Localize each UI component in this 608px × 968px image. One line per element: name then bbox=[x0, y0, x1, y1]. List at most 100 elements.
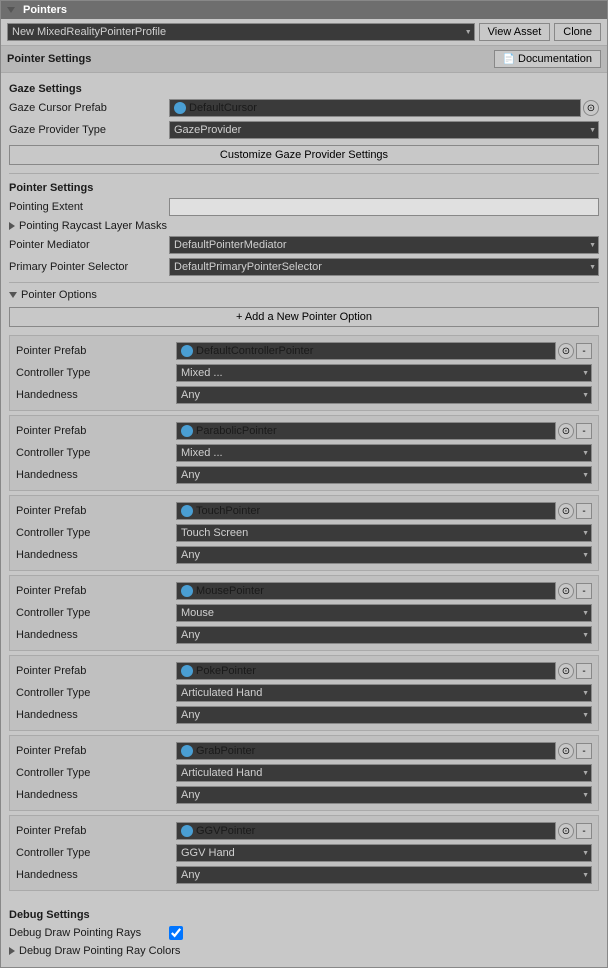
gaze-provider-wrapper[interactable]: GazeProvider bbox=[169, 121, 599, 139]
pointers-panel: Pointers New MixedRealityPointerProfile … bbox=[0, 0, 608, 968]
gaze-provider-select[interactable]: GazeProvider bbox=[169, 121, 599, 139]
debug-draw-rays-checkbox[interactable] bbox=[169, 926, 183, 940]
prefab-value-3[interactable]: MousePointer bbox=[176, 582, 556, 600]
controller-select-5[interactable]: Articulated Hand bbox=[176, 764, 592, 782]
handedness-select-6[interactable]: Any bbox=[176, 866, 592, 884]
prefab-settings-btn-5[interactable]: ⊙ bbox=[558, 743, 574, 759]
prefab-settings-btn-0[interactable]: ⊙ bbox=[558, 343, 574, 359]
handedness-select-1[interactable]: Any bbox=[176, 466, 592, 484]
prefab-value-0[interactable]: DefaultControllerPointer bbox=[176, 342, 556, 360]
controller-select-wrapper-6[interactable]: GGV Hand bbox=[176, 844, 592, 862]
primary-pointer-label: Primary Pointer Selector bbox=[9, 261, 169, 273]
handedness-label-2: Handedness bbox=[16, 549, 176, 561]
handedness-select-4[interactable]: Any bbox=[176, 706, 592, 724]
controller-field-6: GGV Hand bbox=[176, 844, 592, 862]
prefab-value-6[interactable]: GGVPointer bbox=[176, 822, 556, 840]
pointer-group-4: Pointer Prefab PokePointer ⊙ - Controlle… bbox=[9, 655, 599, 731]
view-asset-button[interactable]: View Asset bbox=[479, 23, 551, 41]
top-controls: New MixedRealityPointerProfile View Asse… bbox=[1, 19, 607, 45]
controller-label-5: Controller Type bbox=[16, 767, 176, 779]
handedness-select-wrapper-6[interactable]: Any bbox=[176, 866, 592, 884]
gaze-cursor-value: DefaultCursor bbox=[189, 102, 257, 114]
pointer-group-2: Pointer Prefab TouchPointer ⊙ - Controll… bbox=[9, 495, 599, 571]
prefab-settings-btn-2[interactable]: ⊙ bbox=[558, 503, 574, 519]
controller-select-0[interactable]: Mixed ... bbox=[176, 364, 592, 382]
debug-draw-rays-value bbox=[169, 926, 599, 940]
handedness-select-5[interactable]: Any bbox=[176, 786, 592, 804]
gaze-provider-field: GazeProvider bbox=[169, 121, 599, 139]
prefab-value-1[interactable]: ParabolicPointer bbox=[176, 422, 556, 440]
prefab-remove-btn-2[interactable]: - bbox=[576, 503, 592, 519]
controller-select-wrapper-0[interactable]: Mixed ... bbox=[176, 364, 592, 382]
controller-select-wrapper-1[interactable]: Mixed ... bbox=[176, 444, 592, 462]
handedness-row-1: Handedness Any bbox=[16, 464, 592, 486]
divider-2 bbox=[9, 282, 599, 283]
primary-pointer-select[interactable]: DefaultPrimaryPointerSelector bbox=[169, 258, 599, 276]
handedness-select-2[interactable]: Any bbox=[176, 546, 592, 564]
debug-draw-rays-row: Debug Draw Pointing Rays bbox=[9, 923, 599, 943]
handedness-select-wrapper-1[interactable]: Any bbox=[176, 466, 592, 484]
handedness-label-5: Handedness bbox=[16, 789, 176, 801]
handedness-select-3[interactable]: Any bbox=[176, 626, 592, 644]
pointing-extent-input[interactable]: 10 bbox=[169, 198, 599, 216]
pointer-options-title-row[interactable]: Pointer Options bbox=[9, 287, 599, 303]
handedness-select-wrapper-5[interactable]: Any bbox=[176, 786, 592, 804]
gaze-cursor-label: Gaze Cursor Prefab bbox=[9, 102, 169, 114]
prefab-value-2[interactable]: TouchPointer bbox=[176, 502, 556, 520]
documentation-button[interactable]: 📄 Documentation bbox=[494, 50, 601, 68]
prefab-settings-btn-6[interactable]: ⊙ bbox=[558, 823, 574, 839]
add-pointer-button[interactable]: + Add a New Pointer Option bbox=[9, 307, 599, 327]
prefab-value-4[interactable]: PokePointer bbox=[176, 662, 556, 680]
profile-dropdown-wrapper[interactable]: New MixedRealityPointerProfile bbox=[7, 23, 475, 41]
handedness-field-6: Any bbox=[176, 866, 592, 884]
debug-section: Debug Settings Debug Draw Pointing Rays … bbox=[1, 901, 607, 967]
handedness-label-0: Handedness bbox=[16, 389, 176, 401]
pointer-settings-sub-title: Pointer Settings bbox=[9, 178, 599, 196]
prefab-remove-btn-4[interactable]: - bbox=[576, 663, 592, 679]
prefab-remove-btn-0[interactable]: - bbox=[576, 343, 592, 359]
prefab-settings-btn-3[interactable]: ⊙ bbox=[558, 583, 574, 599]
prefab-remove-btn-5[interactable]: - bbox=[576, 743, 592, 759]
prefab-remove-btn-3[interactable]: - bbox=[576, 583, 592, 599]
controller-select-4[interactable]: Articulated Hand bbox=[176, 684, 592, 702]
controller-select-6[interactable]: GGV Hand bbox=[176, 844, 592, 862]
controller-select-3[interactable]: Mouse bbox=[176, 604, 592, 622]
controller-select-wrapper-5[interactable]: Articulated Hand bbox=[176, 764, 592, 782]
handedness-row-5: Handedness Any bbox=[16, 784, 592, 806]
controller-select-1[interactable]: Mixed ... bbox=[176, 444, 592, 462]
pointer-settings-header: Pointer Settings 📄 Documentation bbox=[1, 45, 607, 73]
controller-label-6: Controller Type bbox=[16, 847, 176, 859]
controller-select-wrapper-4[interactable]: Articulated Hand bbox=[176, 684, 592, 702]
handedness-select-wrapper-0[interactable]: Any bbox=[176, 386, 592, 404]
controller-row-3: Controller Type Mouse bbox=[16, 602, 592, 624]
handedness-row-3: Handedness Any bbox=[16, 624, 592, 646]
customize-gaze-button[interactable]: Customize Gaze Provider Settings bbox=[9, 145, 599, 165]
handedness-select-wrapper-3[interactable]: Any bbox=[176, 626, 592, 644]
pointing-raycast-row[interactable]: Pointing Raycast Layer Masks bbox=[9, 218, 599, 234]
handedness-select-wrapper-4[interactable]: Any bbox=[176, 706, 592, 724]
profile-dropdown[interactable]: New MixedRealityPointerProfile bbox=[7, 23, 475, 41]
controller-row-1: Controller Type Mixed ... bbox=[16, 442, 592, 464]
controller-label-0: Controller Type bbox=[16, 367, 176, 379]
controller-select-wrapper-2[interactable]: Touch Screen bbox=[176, 524, 592, 542]
clone-button[interactable]: Clone bbox=[554, 23, 601, 41]
controller-select-wrapper-3[interactable]: Mouse bbox=[176, 604, 592, 622]
gaze-cursor-prefab[interactable]: DefaultCursor bbox=[169, 99, 581, 117]
gaze-cursor-settings-btn[interactable]: ⊙ bbox=[583, 100, 599, 116]
pointer-group-1: Pointer Prefab ParabolicPointer ⊙ - Cont… bbox=[9, 415, 599, 491]
handedness-select-0[interactable]: Any bbox=[176, 386, 592, 404]
prefab-row-0: Pointer Prefab DefaultControllerPointer … bbox=[16, 340, 592, 362]
pointer-mediator-select[interactable]: DefaultPointerMediator bbox=[169, 236, 599, 254]
primary-pointer-wrapper[interactable]: DefaultPrimaryPointerSelector bbox=[169, 258, 599, 276]
handedness-select-wrapper-2[interactable]: Any bbox=[176, 546, 592, 564]
prefab-value-5[interactable]: GrabPointer bbox=[176, 742, 556, 760]
prefab-remove-btn-1[interactable]: - bbox=[576, 423, 592, 439]
controller-row-5: Controller Type Articulated Hand bbox=[16, 762, 592, 784]
prefab-settings-btn-1[interactable]: ⊙ bbox=[558, 423, 574, 439]
pointer-mediator-wrapper[interactable]: DefaultPointerMediator bbox=[169, 236, 599, 254]
prefab-settings-btn-4[interactable]: ⊙ bbox=[558, 663, 574, 679]
raycast-collapse-icon bbox=[9, 222, 15, 230]
controller-select-2[interactable]: Touch Screen bbox=[176, 524, 592, 542]
prefab-remove-btn-6[interactable]: - bbox=[576, 823, 592, 839]
debug-draw-colors-row[interactable]: Debug Draw Pointing Ray Colors bbox=[9, 943, 599, 959]
